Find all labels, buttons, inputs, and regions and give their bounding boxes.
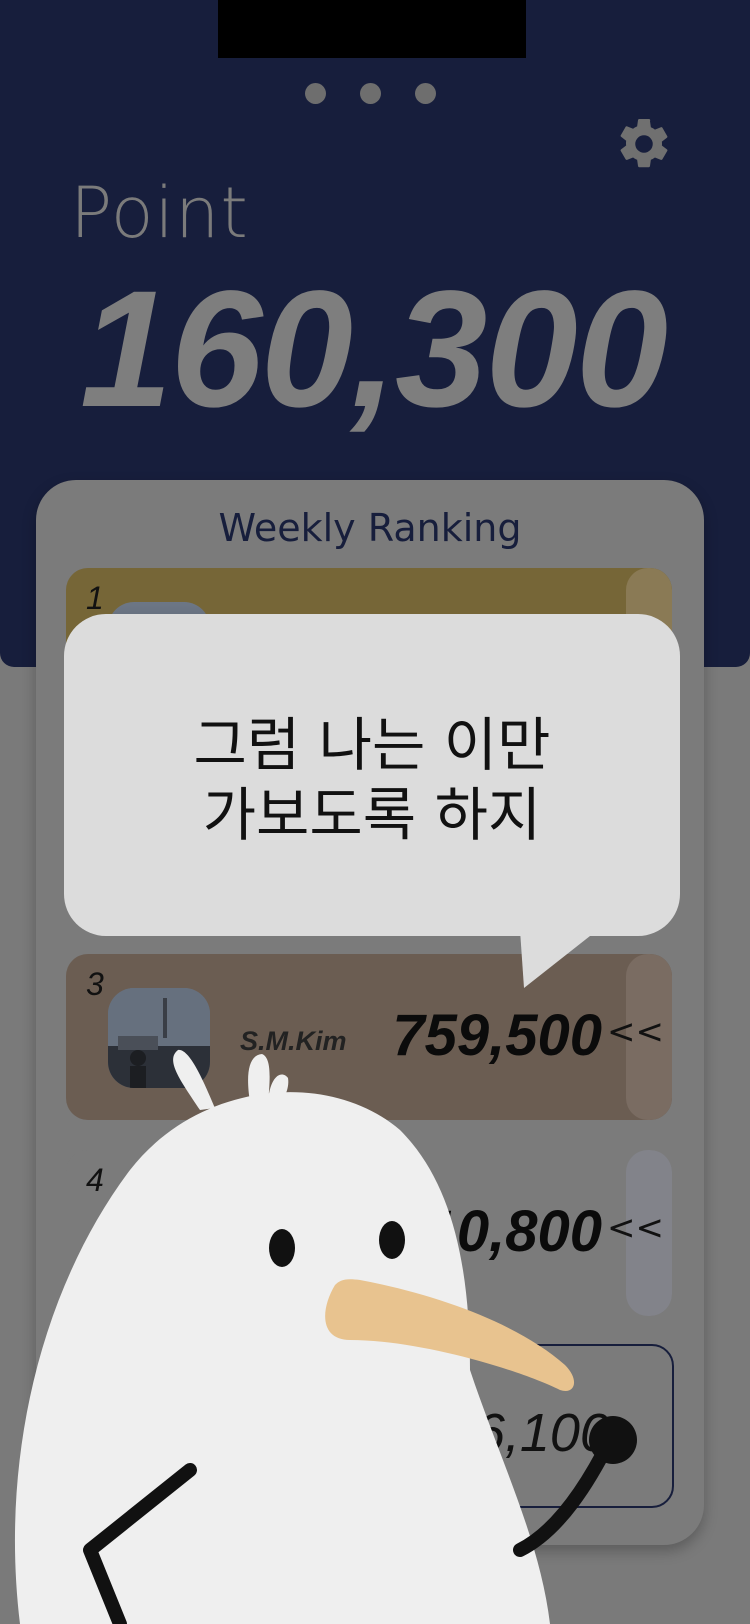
rank-number: 3: [86, 966, 104, 1002]
gear-icon[interactable]: [614, 114, 674, 174]
speech-bubble: 그럼 나는 이만 가보도록 하지: [64, 614, 680, 936]
page-dot-1[interactable]: [305, 83, 326, 104]
point-label: Point: [70, 172, 249, 254]
speech-text: 그럼 나는 이만 가보도록 하지: [64, 710, 680, 850]
page-indicator[interactable]: [305, 83, 436, 104]
page-dot-3[interactable]: [415, 83, 436, 104]
ranking-title: Weekly Ranking: [218, 506, 522, 550]
kiwi-bird-mascot: [14, 1049, 637, 1624]
speech-bubble-tail: [520, 930, 590, 988]
page-dot-2[interactable]: [360, 83, 381, 104]
point-value: 160,300: [80, 257, 668, 442]
rank-number: 1: [86, 580, 104, 616]
speech-line-1: 그럼 나는 이만: [193, 711, 551, 779]
camera-notch: [218, 0, 526, 58]
speech-line-2: 가보도록 하지: [202, 781, 542, 849]
